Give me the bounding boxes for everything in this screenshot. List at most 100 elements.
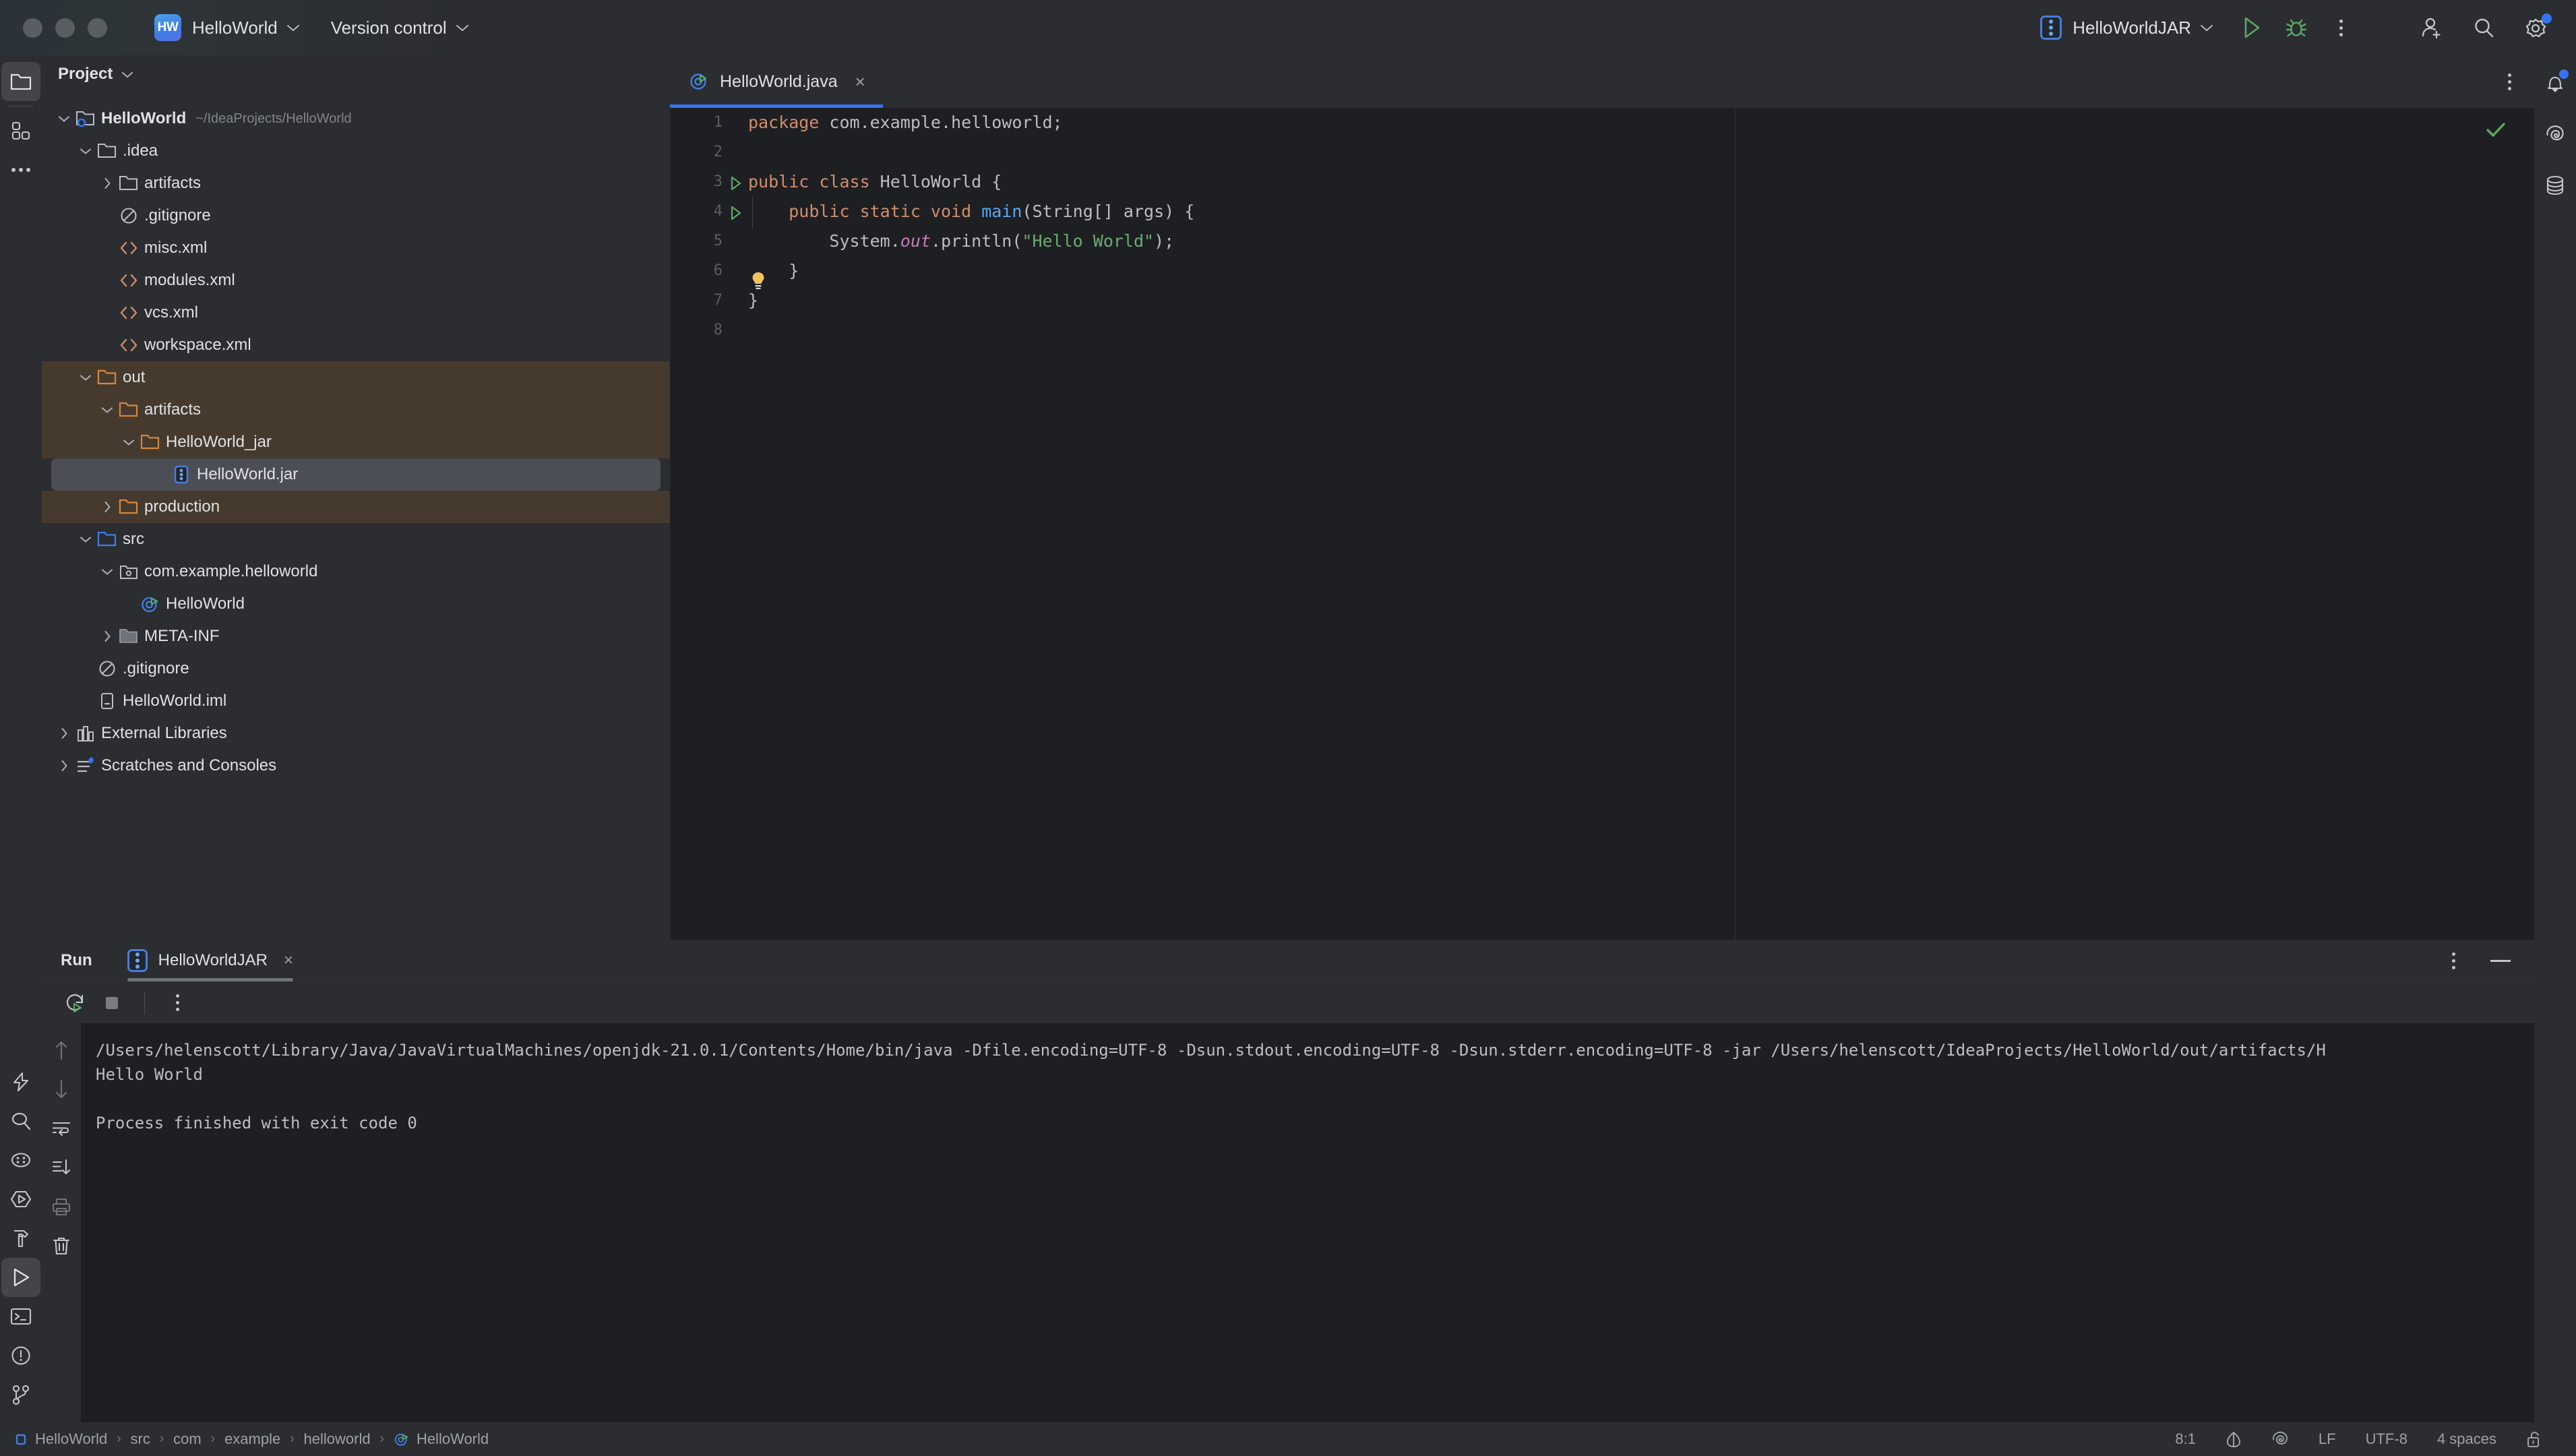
editor-tab-helloworld-java[interactable]: HelloWorld.java × (670, 55, 883, 108)
code-line[interactable] (748, 315, 2534, 345)
breadcrumb[interactable]: HelloWorld›src›com›example›helloworld›He… (15, 1430, 489, 1448)
chevron-down-icon[interactable] (97, 568, 117, 576)
sidebar-item-ai-assistant[interactable] (1, 1062, 40, 1101)
sidebar-item-commit[interactable] (1, 111, 40, 150)
inspection-status-icon[interactable] (2484, 120, 2507, 140)
line-separator-indicator[interactable]: LF (2304, 1430, 2351, 1448)
tree-node-scratches-and-consoles[interactable]: Scratches and Consoles (42, 750, 670, 782)
chevron-right-icon[interactable] (54, 759, 74, 772)
chevron-down-icon[interactable] (119, 438, 139, 446)
run-tab-helloworldjar[interactable]: HelloWorldJAR × (127, 940, 293, 981)
sidebar-item-terminal[interactable] (1, 1297, 40, 1336)
window-controls[interactable] (23, 18, 107, 38)
intention-bulb-icon[interactable] (751, 271, 764, 289)
chevron-down-icon[interactable] (75, 373, 96, 382)
print-button[interactable] (45, 1190, 78, 1223)
minimize-window-button[interactable] (55, 18, 75, 38)
search-everywhere-button[interactable] (2464, 8, 2503, 47)
chevron-down-icon[interactable] (97, 406, 117, 414)
spiral-icon[interactable] (2257, 1430, 2304, 1448)
tree-node-helloworld[interactable]: HelloWorld~/IdeaProjects/HelloWorld (42, 102, 670, 135)
chevron-right-icon[interactable] (97, 630, 117, 643)
settings-button[interactable] (2517, 8, 2556, 47)
tree-node-workspace-xml[interactable]: workspace.xml (42, 329, 670, 361)
account-button[interactable] (2412, 8, 2451, 47)
sidebar-item-find[interactable] (1, 1101, 40, 1141)
sidebar-item-more[interactable] (1, 150, 40, 189)
tree-node-helloworld[interactable]: HelloWorld (42, 588, 670, 620)
breadcrumb-item[interactable]: helloworld (304, 1430, 371, 1448)
sidebar-item-project[interactable] (1, 62, 40, 101)
more-run-options-button[interactable] (161, 987, 193, 1019)
editor-options-button[interactable] (2508, 73, 2511, 90)
code-line[interactable]: } (748, 256, 2534, 286)
sidebar-item-ai-chat[interactable] (2536, 115, 2575, 154)
caret-position[interactable]: 8:1 (2160, 1430, 2211, 1448)
chevron-right-icon[interactable] (97, 177, 117, 190)
sidebar-item-database[interactable] (2536, 166, 2575, 205)
code-line[interactable]: } (748, 286, 2534, 315)
code-editor[interactable]: 12345678 package com.example.helloworld;… (670, 108, 2534, 940)
tree-node-misc-xml[interactable]: misc.xml (42, 232, 670, 264)
tree-node-src[interactable]: src (42, 523, 670, 555)
database-drop-icon[interactable] (2211, 1430, 2257, 1448)
previous-occurrence-button[interactable] (45, 1034, 78, 1066)
tree-node-helloworld-iml[interactable]: HelloWorld.iml (42, 685, 670, 717)
tree-node-helloworld-jar[interactable]: HelloWorld.jar (51, 458, 661, 491)
scroll-to-end-button[interactable] (45, 1151, 78, 1184)
tree-node-external-libraries[interactable]: External Libraries (42, 717, 670, 750)
close-window-button[interactable] (23, 18, 42, 38)
tree-node-artifacts[interactable]: artifacts (42, 167, 670, 200)
console-output[interactable]: /Users/helenscott/Library/Java/JavaVirtu… (81, 1023, 2534, 1422)
run-configuration-widget[interactable]: HelloWorldJAR (2040, 16, 2213, 40)
clear-all-button[interactable] (45, 1230, 78, 1262)
indent-size-indicator[interactable]: 4 spaces (2422, 1430, 2511, 1448)
more-actions-button[interactable] (2321, 8, 2360, 47)
chevron-down-icon[interactable] (75, 147, 96, 155)
code-line[interactable]: System.out.println("Hello World"); (748, 226, 2534, 256)
stop-button[interactable] (96, 987, 128, 1019)
chevron-down-icon[interactable] (54, 115, 74, 123)
tree-node-gitignore[interactable]: .gitignore (42, 653, 670, 685)
code-line[interactable]: public class HelloWorld { (748, 167, 2534, 197)
project-tree[interactable]: HelloWorld~/IdeaProjects/HelloWorld.idea… (42, 93, 670, 782)
debug-button[interactable] (2277, 8, 2316, 47)
next-occurrence-button[interactable] (45, 1073, 78, 1105)
tree-node-artifacts[interactable]: artifacts (42, 394, 670, 426)
tree-node-gitignore[interactable]: .gitignore (42, 200, 670, 232)
run-gutter-icon[interactable] (718, 175, 729, 189)
tree-node-idea[interactable]: .idea (42, 135, 670, 167)
chevron-right-icon[interactable] (54, 727, 74, 740)
soft-wrap-button[interactable] (45, 1112, 78, 1145)
lock-open-icon[interactable] (2511, 1430, 2557, 1448)
line-number-gutter[interactable]: 12345678 (670, 108, 729, 940)
sidebar-item-problems[interactable] (1, 1141, 40, 1180)
chevron-down-icon[interactable] (121, 71, 133, 78)
tree-node-meta-inf[interactable]: META-INF (42, 620, 670, 653)
chevron-right-icon[interactable] (97, 500, 117, 514)
breadcrumb-item[interactable]: HelloWorld (417, 1430, 489, 1448)
sidebar-item-problems-alert[interactable] (1, 1336, 40, 1375)
sidebar-item-run[interactable] (1, 1258, 40, 1297)
sidebar-item-version-control[interactable] (1, 1375, 40, 1414)
maximize-window-button[interactable] (88, 18, 107, 38)
tree-node-com-example-helloworld[interactable]: com.example.helloworld (42, 555, 670, 588)
close-icon[interactable]: × (855, 71, 865, 92)
code-line[interactable] (748, 138, 2534, 167)
chevron-down-icon[interactable] (75, 535, 96, 543)
code-line[interactable]: public static void main(String[] args) { (748, 197, 2534, 226)
hide-run-panel-button[interactable] (2487, 947, 2514, 974)
rerun-button[interactable] (59, 987, 92, 1019)
tree-node-modules-xml[interactable]: modules.xml (42, 264, 670, 297)
breadcrumb-item[interactable]: com (173, 1430, 202, 1448)
tree-node-vcs-xml[interactable]: vcs.xml (42, 297, 670, 329)
tree-node-out[interactable]: out (42, 361, 670, 394)
project-widget[interactable]: HW HelloWorld (107, 14, 300, 41)
file-encoding-indicator[interactable]: UTF-8 (2351, 1430, 2422, 1448)
breadcrumb-item[interactable]: HelloWorld (35, 1430, 107, 1448)
breadcrumb-item[interactable]: src (131, 1430, 150, 1448)
code-line[interactable]: package com.example.helloworld; (748, 108, 2534, 138)
sidebar-item-notifications[interactable] (2536, 63, 2575, 102)
sidebar-item-build[interactable] (1, 1219, 40, 1258)
code-text[interactable]: package com.example.helloworld; public c… (729, 108, 2534, 940)
